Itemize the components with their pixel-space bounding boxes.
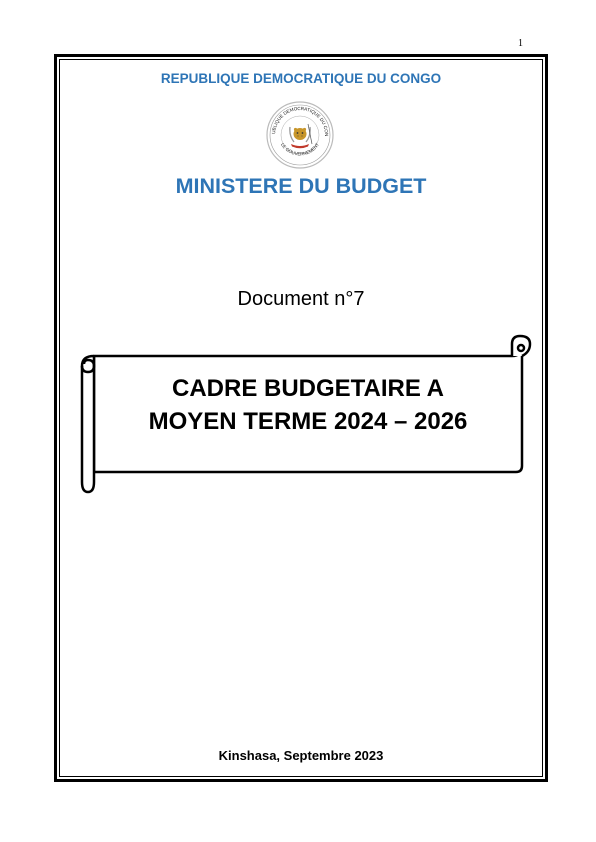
government-seal-icon: REPUBLIQUE DEMOCRATIQUE DU CONGO LE GOUV… [265,100,334,169]
page-number: 1 [518,38,523,49]
ministry-heading: MINISTERE DU BUDGET [175,174,427,198]
title-line-2: MOYEN TERME 2024 – 2026 [148,408,468,435]
document-title: CADRE BUDGETAIRE A MOYEN TERME 2024 – 20… [92,372,524,438]
document-number: Document n°7 [237,288,365,310]
title-line-1: CADRE BUDGETAIRE A [171,375,444,402]
country-heading: REPUBLIQUE DEMOCRATIQUE DU CONGO [160,71,442,86]
place-and-date: Kinshasa, Septembre 2023 [218,748,384,763]
